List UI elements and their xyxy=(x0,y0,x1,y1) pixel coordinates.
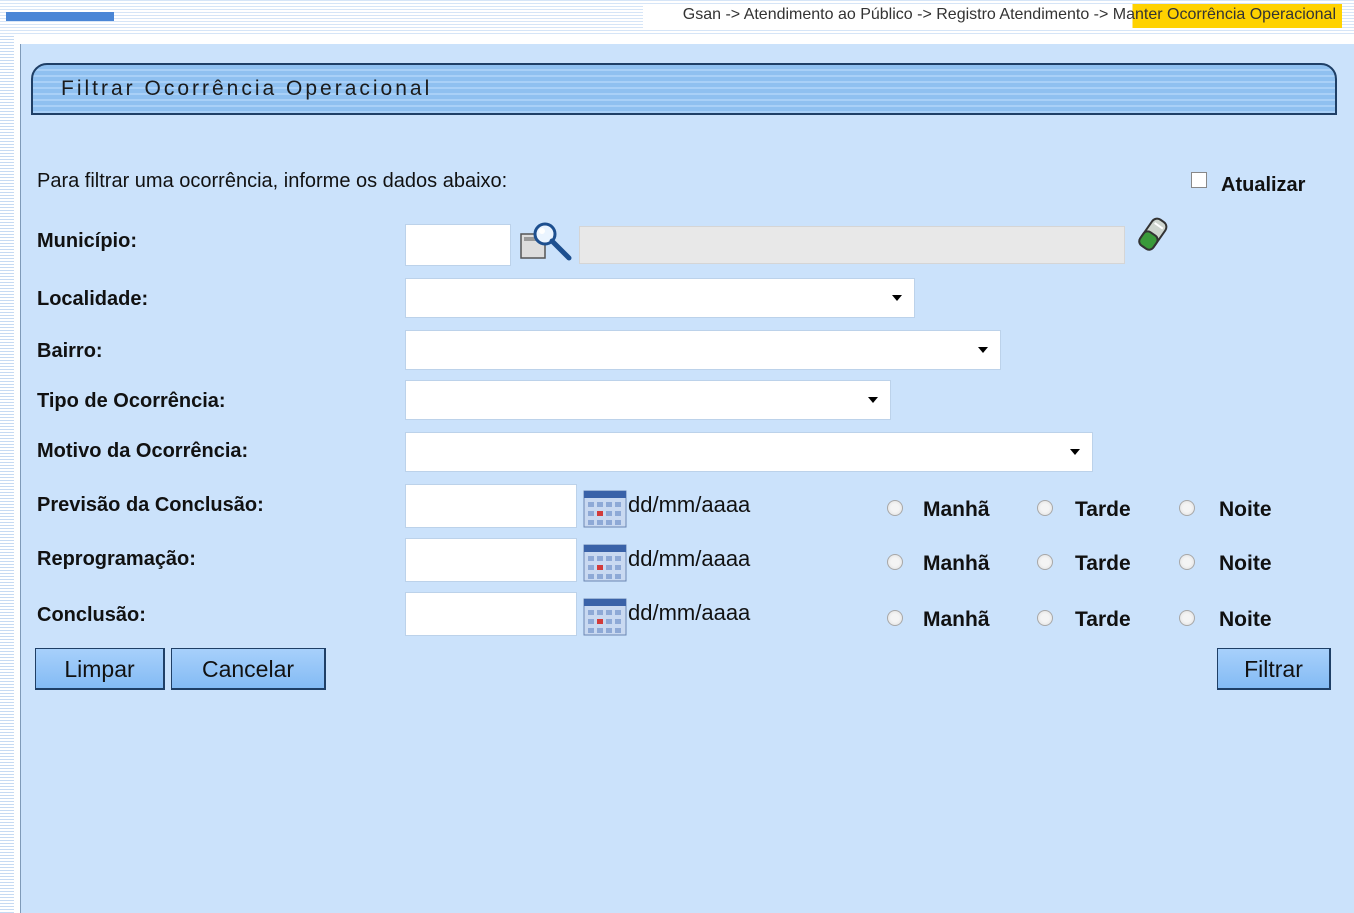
manha-label: Manhã xyxy=(923,498,990,521)
chevron-down-icon xyxy=(892,295,902,301)
conclusao-date-input[interactable] xyxy=(405,592,577,636)
municipio-name-display xyxy=(579,226,1125,264)
date-format-hint: dd/mm/aaaa xyxy=(628,600,751,625)
chevron-down-icon xyxy=(1070,449,1080,455)
eraser-icon[interactable] xyxy=(1133,214,1173,254)
date-format-hint: dd/mm/aaaa xyxy=(628,492,751,517)
municipio-label: Município: xyxy=(37,230,137,252)
tarde-label: Tarde xyxy=(1075,552,1131,575)
filtrar-button[interactable]: Filtrar xyxy=(1217,648,1331,690)
tarde-label: Tarde xyxy=(1075,608,1131,631)
intro-text: Para filtrar uma ocorrência, informe os … xyxy=(37,170,508,192)
municipio-code-input[interactable] xyxy=(405,224,511,266)
reprogramacao-noite-radio[interactable] xyxy=(1179,554,1195,570)
manha-label: Manhã xyxy=(923,552,990,575)
motivo-label: Motivo da Ocorrência: xyxy=(37,440,249,462)
cancelar-button[interactable]: Cancelar xyxy=(171,648,326,690)
bairro-label: Bairro: xyxy=(37,340,103,362)
noite-label: Noite xyxy=(1219,552,1272,575)
calendar-icon[interactable] xyxy=(583,598,627,636)
manha-label: Manhã xyxy=(923,608,990,631)
previsao-manha-radio[interactable] xyxy=(887,500,903,516)
previsao-date-input[interactable] xyxy=(405,484,577,528)
bairro-select[interactable] xyxy=(405,330,1001,370)
atualizar-checkbox[interactable] xyxy=(1191,172,1207,188)
page-title: Filtrar Ocorrência Operacional xyxy=(61,77,433,100)
calendar-icon[interactable] xyxy=(583,490,627,528)
conclusao-label: Conclusão: xyxy=(37,604,146,626)
conclusao-noite-radio[interactable] xyxy=(1179,610,1195,626)
conclusao-manha-radio[interactable] xyxy=(887,610,903,626)
reprogramacao-tarde-radio[interactable] xyxy=(1037,554,1053,570)
noite-label: Noite xyxy=(1219,498,1272,521)
previsao-tarde-radio[interactable] xyxy=(1037,500,1053,516)
reprogramacao-label: Reprogramação: xyxy=(37,548,196,570)
localidade-select[interactable] xyxy=(405,278,915,318)
atualizar-label: Atualizar xyxy=(1221,174,1306,196)
title-bar: Filtrar Ocorrência Operacional xyxy=(31,63,1337,115)
filter-panel: Filtrar Ocorrência Operacional Para filt… xyxy=(20,44,1354,913)
reprogramacao-date-input[interactable] xyxy=(405,538,577,582)
noite-label: Noite xyxy=(1219,608,1272,631)
tipo-select[interactable] xyxy=(405,380,891,420)
motivo-select[interactable] xyxy=(405,432,1093,472)
reprogramacao-manha-radio[interactable] xyxy=(887,554,903,570)
chevron-down-icon xyxy=(868,397,878,403)
previsao-noite-radio[interactable] xyxy=(1179,500,1195,516)
chevron-down-icon xyxy=(978,347,988,353)
breadcrumb-text: Gsan -> Atendimento ao Público -> Regist… xyxy=(682,6,1336,23)
search-icon[interactable] xyxy=(519,220,575,262)
left-stripe xyxy=(0,0,14,913)
previsao-label: Previsão da Conclusão: xyxy=(37,494,264,516)
tarde-label: Tarde xyxy=(1075,498,1131,521)
breadcrumb: Gsan -> Atendimento ao Público -> Regist… xyxy=(642,4,1342,28)
date-format-hint: dd/mm/aaaa xyxy=(628,546,751,571)
conclusao-tarde-radio[interactable] xyxy=(1037,610,1053,626)
localidade-label: Localidade: xyxy=(37,288,149,310)
calendar-icon[interactable] xyxy=(583,544,627,582)
top-blue-strip xyxy=(6,12,114,21)
limpar-button[interactable]: Limpar xyxy=(35,648,165,690)
tipo-label: Tipo de Ocorrência: xyxy=(37,390,226,412)
